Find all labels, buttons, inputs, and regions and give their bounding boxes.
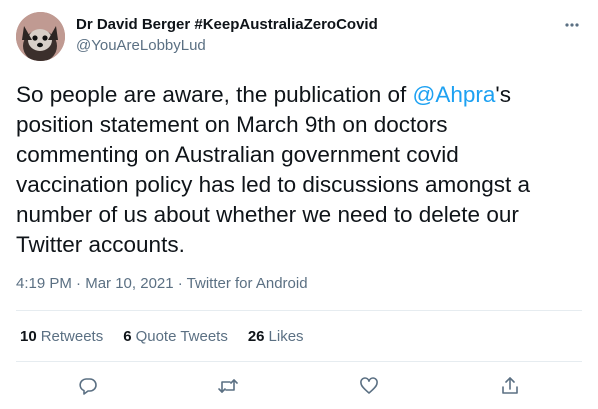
likes-count: 26: [247, 328, 265, 345]
dog-avatar-image: [16, 12, 65, 61]
tweet-stats: 10 Retweets 6 Quote Tweets 26 Likes: [20, 328, 324, 345]
like-icon[interactable]: [357, 374, 381, 398]
reply-icon[interactable]: [76, 374, 100, 398]
tweet-time[interactable]: 4:19 PM: [16, 275, 72, 292]
quote-tweets-label: Quote Tweets: [135, 328, 228, 345]
divider: [16, 310, 582, 311]
more-icon[interactable]: [561, 14, 583, 36]
quote-tweets-stat[interactable]: 6 Quote Tweets: [123, 328, 228, 345]
tweet-source[interactable]: Twitter for Android: [187, 275, 308, 292]
likes-stat[interactable]: 26 Likes: [248, 328, 304, 345]
tweet-text-before: So people are aware, the publication of: [16, 82, 413, 107]
retweets-stat[interactable]: 10 Retweets: [20, 328, 103, 345]
tweet-text: So people are aware, the publication of …: [16, 80, 576, 260]
mention-link[interactable]: @Ahpra: [413, 82, 496, 107]
tweet-card: Dr David Berger #KeepAustraliaZeroCovid …: [0, 0, 598, 409]
author-display-name[interactable]: Dr David Berger #KeepAustraliaZeroCovid: [76, 16, 378, 33]
meta-separator: ·: [173, 275, 187, 292]
meta-separator: ·: [71, 275, 86, 292]
likes-label: Likes: [268, 328, 304, 345]
retweets-count: 10: [20, 328, 37, 345]
tweet-text-after: 's position statement on March 9th on do…: [16, 82, 531, 257]
tweet-date[interactable]: Mar 10, 2021: [85, 275, 173, 292]
action-bar: [16, 370, 582, 402]
share-icon[interactable]: [498, 374, 522, 398]
author-handle[interactable]: @YouAreLobbyLud: [76, 37, 206, 54]
retweets-label: Retweets: [40, 328, 104, 345]
divider: [16, 361, 582, 362]
tweet-meta: 4:19 PM · Mar 10, 2021 · Twitter for And…: [16, 275, 308, 292]
avatar[interactable]: [16, 12, 65, 61]
quote-tweets-count: 6: [123, 328, 132, 345]
retweet-icon[interactable]: [216, 374, 240, 398]
